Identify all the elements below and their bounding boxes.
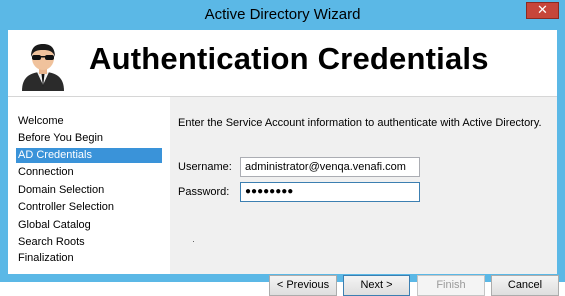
username-label: Username: — [178, 161, 232, 173]
sidebar-item-welcome[interactable]: Welcome — [16, 114, 166, 129]
password-label: Password: — [178, 186, 230, 198]
close-icon: ✕ — [537, 2, 548, 17]
cancel-button[interactable]: Cancel — [491, 275, 559, 296]
sidebar-item-finalization[interactable]: Finalization — [16, 251, 166, 266]
wizard-steps-sidebar: Welcome Before You Begin AD Credentials … — [8, 97, 169, 274]
finish-button[interactable]: Finish — [417, 275, 485, 296]
wizard-content: Enter the Service Account information to… — [170, 97, 559, 296]
wizard-header: Authentication Credentials — [8, 30, 557, 96]
sidebar-item-connection[interactable]: Connection — [16, 165, 166, 180]
close-button[interactable]: ✕ — [526, 2, 559, 19]
sidebar-item-search-roots[interactable]: Search Roots — [16, 235, 166, 250]
sidebar-item-before-you-begin[interactable]: Before You Begin — [16, 131, 166, 146]
username-field[interactable]: administrator@venqa.venafi.com — [240, 157, 420, 177]
page-title: Authentication Credentials — [89, 41, 489, 76]
sidebar-item-ad-credentials[interactable]: AD Credentials — [16, 148, 162, 163]
wizard-window: Active Directory Wizard ✕ Authentication… — [0, 0, 565, 296]
sidebar-item-domain-selection[interactable]: Domain Selection — [16, 183, 166, 198]
next-button[interactable]: Next > — [343, 275, 410, 296]
wizard-client-area: Authentication Credentials Welcome Befor… — [8, 30, 559, 296]
title-bar[interactable]: Active Directory Wizard ✕ — [0, 0, 565, 30]
window-title: Active Directory Wizard — [204, 6, 361, 23]
previous-button[interactable]: < Previous — [269, 275, 337, 296]
intro-text: Enter the Service Account information to… — [178, 117, 542, 129]
password-field[interactable]: ●●●●●●●● — [240, 182, 420, 202]
agent-avatar-icon — [22, 44, 64, 91]
sidebar-item-controller-selection[interactable]: Controller Selection — [16, 200, 166, 215]
separator-dot — [193, 241, 194, 242]
sidebar-item-global-catalog[interactable]: Global Catalog — [16, 218, 166, 233]
